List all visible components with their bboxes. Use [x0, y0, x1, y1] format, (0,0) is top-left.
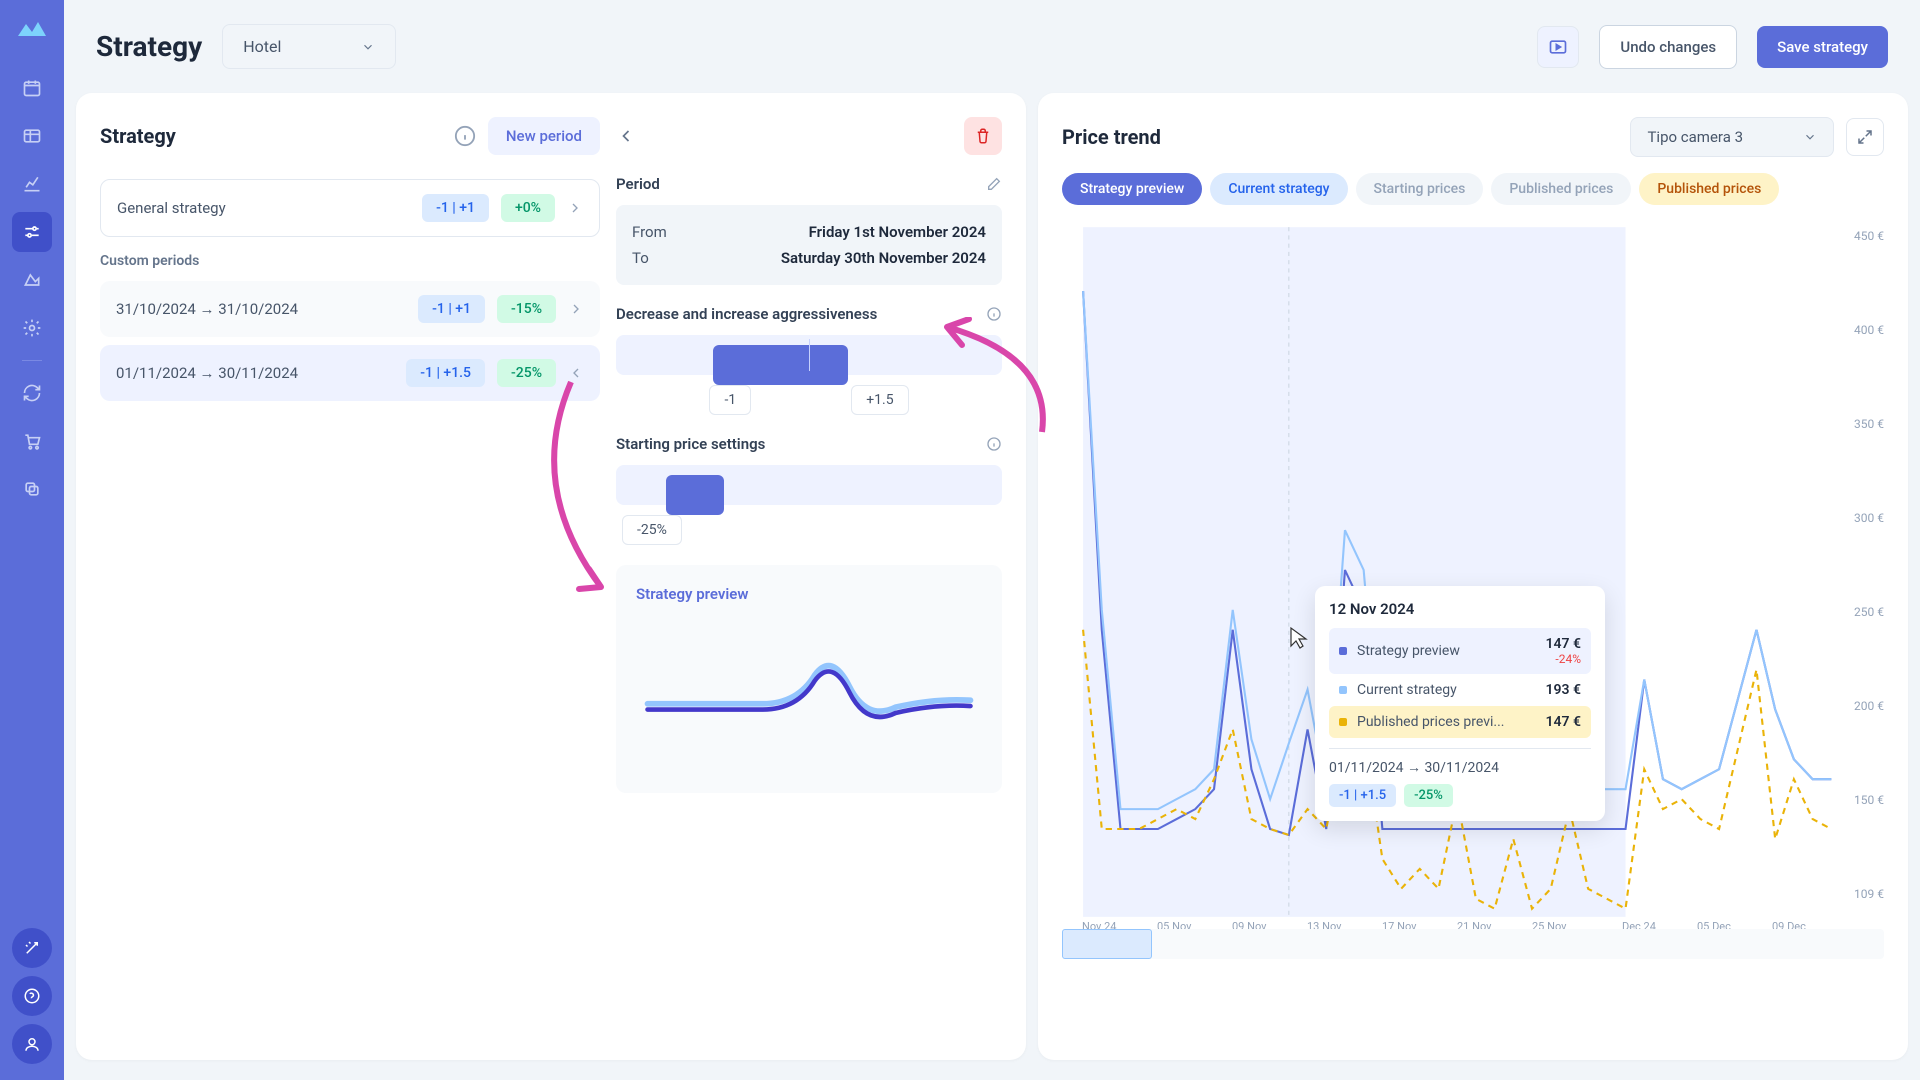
custom-periods-label: Custom periods	[100, 253, 600, 269]
arrow-annotation	[922, 317, 1052, 447]
chart-brush[interactable]	[1062, 929, 1884, 959]
period-range: 01/11/2024 → 30/11/2024	[116, 364, 394, 382]
link-icon[interactable]	[12, 469, 52, 509]
room-type-label: Tipo camera 3	[1647, 128, 1743, 146]
tooltip-date: 12 Nov 2024	[1329, 600, 1591, 618]
trend-title: Price trend	[1062, 125, 1161, 149]
from-label: From	[632, 223, 667, 241]
delete-button[interactable]	[964, 117, 1002, 155]
shape-icon[interactable]	[12, 260, 52, 300]
main: Strategy Hotel Undo changes Save strateg…	[64, 0, 1920, 1080]
sync-icon[interactable]	[12, 373, 52, 413]
expand-button[interactable]	[1846, 118, 1884, 156]
date-box: From Friday 1st November 2024 To Saturday …	[616, 205, 1002, 285]
trend-panel: Price trend Tipo camera 3 Strategy previ…	[1038, 93, 1908, 1060]
tooltip-row: Published prices previ...147 €	[1329, 706, 1591, 738]
back-button[interactable]	[616, 126, 636, 146]
period-offset: -15%	[497, 295, 556, 323]
tooltip-row: Current strategy193 €	[1329, 674, 1591, 706]
sidebar	[0, 0, 64, 1080]
sliders-icon[interactable]	[12, 212, 52, 252]
general-offset-badge: +0%	[501, 194, 555, 222]
new-period-button[interactable]: New period	[488, 117, 600, 155]
y-tick: 250 €	[1854, 605, 1884, 619]
y-tick: 109 €	[1854, 887, 1884, 901]
starting-slider[interactable]	[616, 465, 1002, 505]
cart-icon[interactable]	[12, 421, 52, 461]
chevron-down-icon	[1803, 130, 1817, 144]
aggr-high: +1.5	[851, 385, 908, 415]
aggr-low: -1	[709, 385, 751, 415]
period-row-0[interactable]: 31/10/2024 → 31/10/2024 -1 | +1 -15%	[100, 281, 600, 337]
y-tick: 150 €	[1854, 793, 1884, 807]
strategy-preview-box: Strategy preview	[616, 565, 1002, 793]
strategy-title: Strategy	[100, 124, 176, 148]
period-range: 31/10/2024 → 31/10/2024	[116, 300, 406, 318]
chart-tab[interactable]: Published prices	[1639, 173, 1779, 205]
divider	[22, 360, 42, 361]
chevron-down-icon	[361, 40, 375, 54]
preview-chart	[636, 623, 982, 773]
strategy-list: Strategy New period General strategy -1 …	[100, 117, 600, 1036]
user-icon[interactable]	[12, 1024, 52, 1064]
period-aggr: -1 | +1	[418, 295, 485, 323]
help-icon[interactable]	[12, 976, 52, 1016]
app-logo	[16, 16, 48, 40]
tooltip-row: Strategy preview147 €-24%	[1329, 628, 1591, 674]
header: Strategy Hotel Undo changes Save strateg…	[64, 0, 1920, 93]
info-icon[interactable]	[454, 125, 476, 147]
table-icon[interactable]	[12, 116, 52, 156]
arrow-annotation	[536, 377, 656, 607]
period-section-title: Period	[616, 175, 660, 193]
content: Strategy New period General strategy -1 …	[64, 93, 1920, 1080]
preview-title: Strategy preview	[636, 585, 982, 603]
undo-button[interactable]: Undo changes	[1599, 25, 1737, 69]
general-label: General strategy	[117, 199, 410, 217]
tooltip-range: 01/11/2024 → 30/11/2024	[1329, 759, 1591, 776]
chart-tab[interactable]: Starting prices	[1356, 173, 1484, 205]
y-tick: 450 €	[1854, 229, 1884, 243]
wand-icon[interactable]	[12, 928, 52, 968]
page-title: Strategy	[96, 30, 202, 63]
calendar-icon[interactable]	[12, 68, 52, 108]
chevron-right-icon	[568, 301, 584, 317]
save-button[interactable]: Save strategy	[1757, 26, 1888, 68]
y-tick: 200 €	[1854, 699, 1884, 713]
chart-tab[interactable]: Current strategy	[1210, 173, 1347, 205]
general-aggr-badge: -1 | +1	[422, 194, 489, 222]
chart-tab[interactable]: Strategy preview	[1062, 173, 1202, 205]
tooltip-aggr: -1 | +1.5	[1329, 784, 1396, 807]
period-detail: Period From Friday 1st November 2024 To Sa…	[616, 117, 1002, 1036]
room-type-selector[interactable]: Tipo camera 3	[1630, 117, 1834, 157]
hotel-selector-label: Hotel	[243, 37, 281, 56]
strategy-panel: Strategy New period General strategy -1 …	[76, 93, 1026, 1060]
tooltip-offset: -25%	[1404, 784, 1453, 807]
chart-icon[interactable]	[12, 164, 52, 204]
y-tick: 300 €	[1854, 511, 1884, 525]
aggr-title: Decrease and increase aggressiveness	[616, 305, 877, 323]
general-strategy-row[interactable]: General strategy -1 | +1 +0%	[100, 179, 600, 237]
chart-area: 450 € 400 € 350 € 300 € 250 € 200 € 150 € 109 €…	[1062, 221, 1884, 961]
hotel-selector[interactable]: Hotel	[222, 24, 396, 69]
chevron-right-icon	[567, 200, 583, 216]
chart-tab[interactable]: Published prices	[1491, 173, 1631, 205]
from-value: Friday 1st November 2024	[809, 223, 986, 241]
edit-icon[interactable]	[986, 176, 1002, 192]
period-row-1[interactable]: 01/11/2024 → 30/11/2024 -1 | +1.5 -25%	[100, 345, 600, 401]
to-value: Saturday 30th November 2024	[781, 249, 986, 267]
chart-tooltip: 12 Nov 2024 Strategy preview147 €-24%Cur…	[1315, 586, 1605, 821]
chart-tabs: Strategy previewCurrent strategy Starting…	[1062, 173, 1884, 205]
y-tick: 350 €	[1854, 417, 1884, 431]
period-aggr: -1 | +1.5	[406, 359, 485, 387]
gear-icon[interactable]	[12, 308, 52, 348]
to-label: To	[632, 249, 649, 267]
video-button[interactable]	[1537, 26, 1579, 68]
y-tick: 400 €	[1854, 323, 1884, 337]
